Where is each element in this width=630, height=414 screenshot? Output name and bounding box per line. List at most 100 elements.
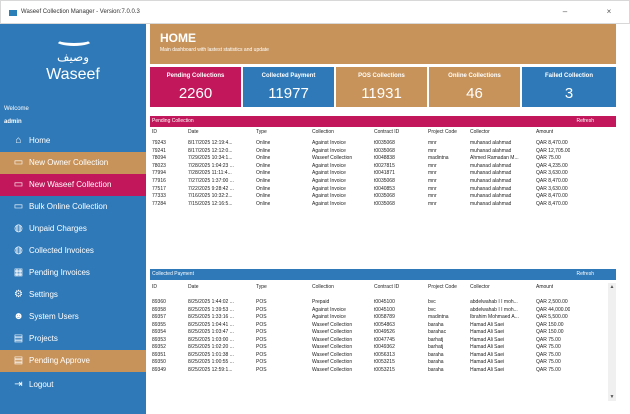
card-value: 46 xyxy=(466,85,483,102)
window-title: Waseef Collection Manager - Version:7.0.… xyxy=(21,9,140,15)
nav-new-waseef-collection-label: New Waseef Collection xyxy=(29,180,112,189)
card-collected-payment: Collected Payment 11977 xyxy=(243,67,334,107)
column-header[interactable]: Project Code xyxy=(428,128,457,136)
column-header[interactable]: Collector xyxy=(470,283,490,291)
grid-header-row: ID Date Type Collection Contract ID Project C… xyxy=(150,128,616,136)
card-value: 3 xyxy=(564,85,574,102)
nav-home[interactable]: ⌂ Home xyxy=(0,130,146,152)
bulk-card-icon: ▭ xyxy=(13,201,24,212)
nav-pending-approve[interactable]: ▤ Pending Approve xyxy=(0,350,146,372)
pending-refresh-button[interactable]: Refresh xyxy=(576,118,594,124)
column-header[interactable]: ID xyxy=(152,283,157,291)
card-icon: ▭ xyxy=(13,157,24,168)
table-cell: baraha xyxy=(428,366,444,373)
waseef-logo: وصيف Waseef xyxy=(0,24,146,104)
invoice-icon: ▦ xyxy=(13,267,24,278)
pending-collection-grid[interactable]: ID Date Type Collection Contract ID Project C… xyxy=(150,128,616,260)
table-cell: 7/15/2025 12:16:5... xyxy=(188,200,233,207)
nav-projects-label: Projects xyxy=(29,334,58,343)
projects-icon: ▤ xyxy=(13,333,24,344)
home-icon: ⌂ xyxy=(15,135,22,146)
welcome-label: Welcome xyxy=(4,106,29,112)
table-cell: POS xyxy=(256,366,267,373)
nav-logout-label: Logout xyxy=(29,380,54,389)
title-bar: Waseef Collection Manager - Version:7.0.… xyxy=(0,0,630,24)
logo-arabic-text: وصيف xyxy=(56,50,90,64)
card-icon: ▭ xyxy=(13,179,24,190)
card-pending-collections: Pending Collections 2260 xyxy=(150,67,241,107)
username: admin xyxy=(4,119,22,125)
table-cell: 89349 xyxy=(152,366,166,373)
card-label: Collected Payment xyxy=(261,73,316,79)
pending-collection-bar: Pending Collection Refresh xyxy=(150,116,616,127)
scroll-down-icon[interactable]: ▼ xyxy=(608,393,616,401)
page-header: HOME Main dashboard with lastest statist… xyxy=(150,24,616,64)
nav-new-waseef-collection[interactable]: ▭ New Waseef Collection xyxy=(0,174,146,196)
grid-header-row: ID Date Type Collection Contract ID Project C… xyxy=(150,283,616,291)
table-cell: 8/25/2025 12:59:1... xyxy=(188,366,233,373)
table-row[interactable]: 77284 7/15/2025 12:16:5... Online Against I… xyxy=(150,200,616,208)
nav-bulk-online-collection[interactable]: ▭ Bulk Online Collection xyxy=(0,196,146,218)
table-cell: Online xyxy=(256,200,271,207)
table-row[interactable]: 89349 8/25/2025 12:59:1... POS Waseef Colle… xyxy=(150,366,616,374)
users-icon: ☻ xyxy=(13,311,24,322)
nav-collected-invoices[interactable]: ◍ Collected Invoices xyxy=(0,240,146,262)
column-header[interactable]: Collector xyxy=(470,128,490,136)
column-header[interactable]: Collection xyxy=(312,283,334,291)
card-label: Pending Collections xyxy=(166,73,225,79)
sidebar: وصيف Waseef Welcome admin ⌂ Home ▭ New O… xyxy=(0,24,146,414)
coins-icon: ◍ xyxy=(14,245,23,256)
logo-swoosh-icon xyxy=(55,34,93,46)
collected-refresh-button[interactable]: Refresh xyxy=(576,271,594,277)
minimize-button[interactable]: – xyxy=(555,6,575,18)
table-cell: Waseef Collection xyxy=(312,366,353,373)
column-header[interactable]: Contract ID xyxy=(374,128,399,136)
card-pos-collections: POS Collections 11931 xyxy=(336,67,427,107)
nav-new-owner-collection[interactable]: ▭ New Owner Collection xyxy=(0,152,146,174)
column-header[interactable]: Collection xyxy=(312,128,334,136)
collected-payment-bar: Collected Payment Refresh xyxy=(150,269,616,280)
approve-icon: ▤ xyxy=(13,355,24,366)
card-label: Online Collections xyxy=(448,73,501,79)
app-icon xyxy=(9,10,17,16)
nav-bulk-online-collection-label: Bulk Online Collection xyxy=(29,202,108,211)
card-label: POS Collections xyxy=(358,73,405,79)
card-value: 2260 xyxy=(178,85,213,102)
close-button[interactable]: × xyxy=(599,6,619,18)
nav-pending-approve-label: Pending Approve xyxy=(29,356,90,365)
column-header[interactable]: ID xyxy=(152,128,157,136)
column-header[interactable]: Date xyxy=(188,128,199,136)
card-label: Failed Collection xyxy=(544,73,593,79)
column-header[interactable]: Date xyxy=(188,283,199,291)
column-header[interactable]: Type xyxy=(256,128,267,136)
nav-settings[interactable]: ⚙ Settings xyxy=(0,284,146,306)
nav-collected-invoices-label: Collected Invoices xyxy=(29,246,94,255)
pending-collection-title: Pending Collection xyxy=(152,118,194,124)
collected-payment-grid[interactable]: ID Date Type Collection Contract ID Project C… xyxy=(150,283,616,401)
scroll-up-icon[interactable]: ▲ xyxy=(608,283,616,291)
column-header[interactable]: Amount xyxy=(536,128,553,136)
column-header[interactable]: Type xyxy=(256,283,267,291)
nav-pending-invoices[interactable]: ▦ Pending Invoices xyxy=(0,262,146,284)
column-header[interactable]: Contract ID xyxy=(374,283,399,291)
card-value: 11977 xyxy=(268,85,309,102)
collected-payment-title: Collected Payment xyxy=(152,271,194,277)
nav-projects[interactable]: ▤ Projects xyxy=(0,328,146,350)
page-subtitle: Main dashboard with lastest statistics a… xyxy=(160,47,269,53)
card-value: 11931 xyxy=(361,85,402,102)
nav-logout[interactable]: ⇥ Logout xyxy=(0,374,146,396)
table-cell: QAR 75.00 xyxy=(536,366,561,373)
nav-system-users[interactable]: ☻ System Users xyxy=(0,306,146,328)
nav-new-owner-collection-label: New Owner Collection xyxy=(29,158,109,167)
table-cell: mnr xyxy=(428,200,437,207)
nav-system-users-label: System Users xyxy=(29,312,79,321)
table-cell: muhanad alahmad xyxy=(470,200,512,207)
card-failed-collection: Failed Collection 3 xyxy=(522,67,616,107)
nav-unpaid-charges-label: Unpaid Charges xyxy=(29,224,87,233)
nav-unpaid-charges[interactable]: ◍ Unpaid Charges xyxy=(0,218,146,240)
column-header[interactable]: Project Code xyxy=(428,283,457,291)
column-header[interactable]: Amount xyxy=(536,283,553,291)
table-cell: t0053215 xyxy=(374,366,395,373)
collected-scrollbar[interactable]: ▲ ▼ xyxy=(608,283,616,401)
logo-name: Waseef xyxy=(46,66,100,83)
